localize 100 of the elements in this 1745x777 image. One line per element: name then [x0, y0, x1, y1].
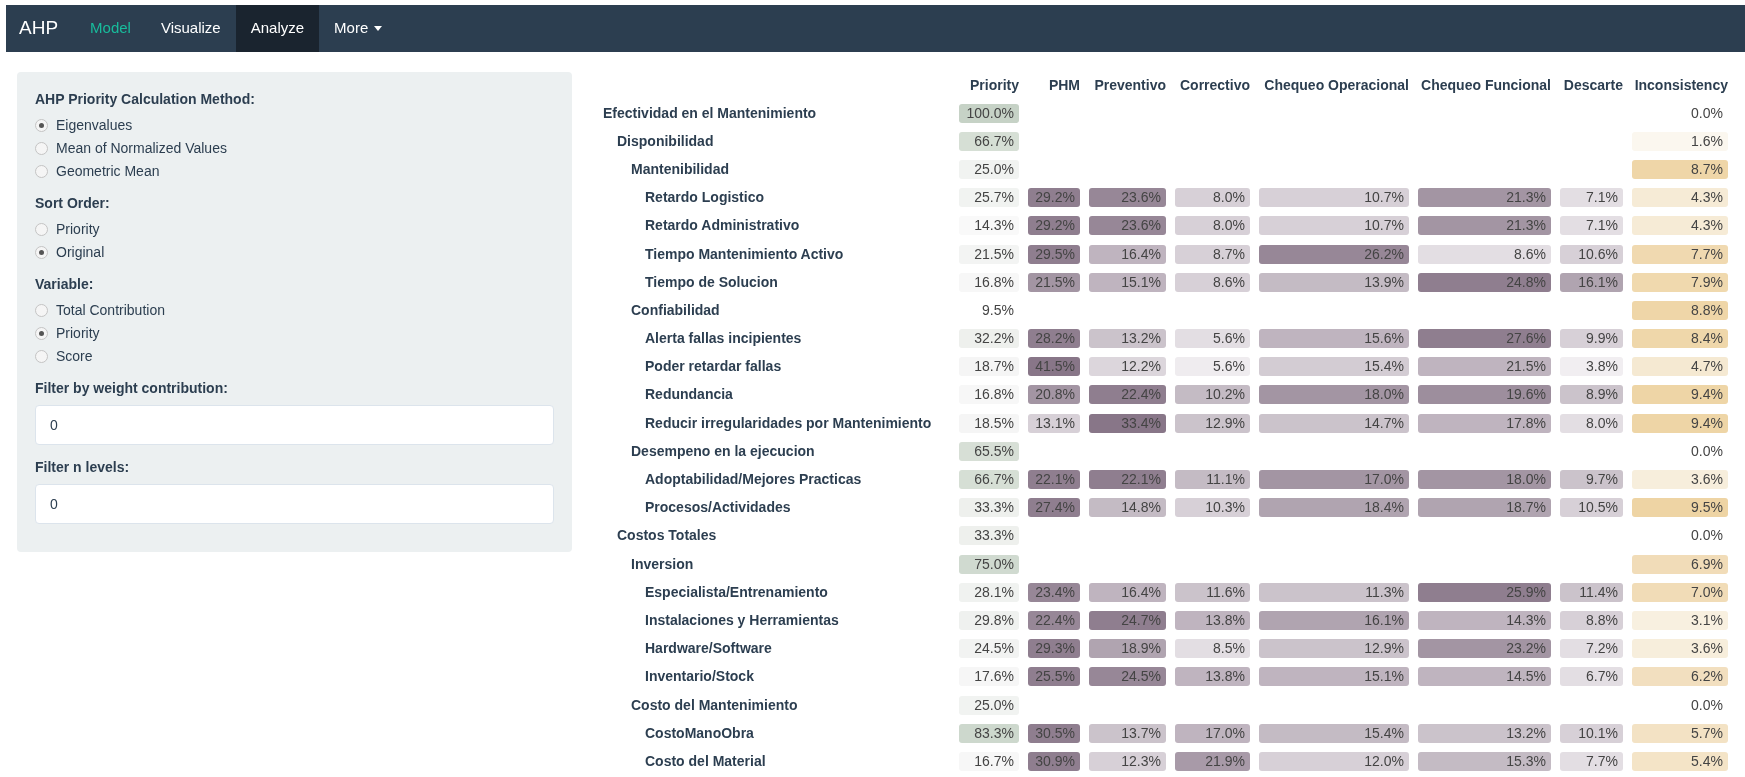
score-cell: 15.3%	[1418, 751, 1551, 771]
row-label: Efectividad en el Mantenimiento	[602, 103, 818, 123]
row-label: Tiempo de Solucion	[644, 272, 779, 292]
score-cell: 15.1%	[1259, 667, 1409, 687]
inconsistency-cell: 8.4%	[1632, 329, 1728, 349]
nav-link[interactable]: Visualize	[145, 5, 236, 52]
score-cell: 24.8%	[1418, 272, 1551, 292]
field-label: AHP Priority Calculation Method:	[35, 90, 256, 109]
column-header: PHM	[1047, 75, 1080, 95]
column-header: Chequeo Funcional	[1420, 75, 1551, 95]
score-cell: 15.4%	[1259, 357, 1409, 377]
row-label: Alerta fallas incipientes	[644, 329, 803, 349]
column-header: Correctivo	[1178, 75, 1250, 95]
number-field[interactable]: 0	[35, 484, 554, 524]
inconsistency-cell: 8.8%	[1632, 300, 1728, 320]
score-cell: 7.7%	[1560, 751, 1623, 771]
brand-title[interactable]: AHP	[6, 14, 72, 43]
row-label: Inventario/Stock	[644, 667, 755, 687]
score-cell: 29.3%	[1028, 639, 1080, 659]
score-cell: 13.2%	[1089, 329, 1166, 349]
row-label: Redundancia	[644, 385, 734, 405]
score-cell: 21.3%	[1418, 216, 1551, 236]
score-cell: 25.9%	[1418, 582, 1551, 602]
radio-option[interactable]: Eigenvalues	[35, 114, 554, 137]
inconsistency-cell: 7.7%	[1632, 244, 1728, 264]
score-cell: 15.1%	[1089, 272, 1166, 292]
score-cell: 17.8%	[1418, 413, 1551, 433]
nav-link[interactable]: Analyze	[235, 5, 320, 52]
score-cell: 8.8%	[1560, 610, 1623, 630]
nav-link[interactable]: Model	[75, 5, 146, 52]
row-label: Costo del Mantenimiento	[630, 695, 799, 715]
score-cell: 10.5%	[1560, 498, 1623, 518]
score-cell: 26.2%	[1259, 244, 1409, 264]
row-label: Hardware/Software	[644, 639, 773, 659]
score-cell: 10.7%	[1259, 216, 1409, 236]
score-cell: 14.3%	[1418, 610, 1551, 630]
priority-cell: 25.7%	[959, 188, 1019, 208]
inconsistency-cell: 6.9%	[1632, 554, 1728, 574]
row-label: Desempeno en la ejecucion	[630, 441, 816, 461]
priority-cell: 32.2%	[959, 329, 1019, 349]
inconsistency-cell: 9.4%	[1632, 385, 1728, 405]
radio-option[interactable]: Geometric Mean	[35, 160, 554, 183]
priority-cell: 66.7%	[959, 131, 1019, 151]
priority-cell: 16.8%	[959, 272, 1019, 292]
priority-cell: 24.5%	[959, 639, 1019, 659]
score-cell: 11.6%	[1175, 582, 1250, 602]
score-cell: 29.5%	[1028, 244, 1080, 264]
inconsistency-cell: 7.9%	[1632, 272, 1728, 292]
score-cell: 22.1%	[1089, 470, 1166, 490]
radio-option[interactable]: Priority	[35, 218, 554, 241]
priority-cell: 25.0%	[959, 159, 1019, 179]
inconsistency-cell: 3.6%	[1632, 639, 1728, 659]
score-cell: 21.3%	[1418, 188, 1551, 208]
number-field[interactable]: 0	[35, 405, 554, 445]
row-label: Especialista/Entrenamiento	[644, 582, 829, 602]
row-label: Poder retardar fallas	[644, 357, 783, 377]
score-cell: 7.1%	[1560, 216, 1623, 236]
nav-dropdown[interactable]: More	[319, 5, 398, 52]
priority-cell: 25.0%	[959, 695, 1019, 715]
field-label: Sort Order:	[35, 194, 111, 213]
score-cell: 14.7%	[1259, 413, 1409, 433]
score-cell: 11.4%	[1560, 582, 1623, 602]
priority-cell: 83.3%	[959, 723, 1019, 743]
radio-option[interactable]: Total Contribution	[35, 299, 554, 322]
score-cell: 15.6%	[1259, 329, 1409, 349]
priority-cell: 33.3%	[959, 498, 1019, 518]
radio-option[interactable]: Priority	[35, 322, 554, 345]
score-cell: 17.0%	[1175, 723, 1250, 743]
row-label: Confiabilidad	[630, 300, 721, 320]
score-cell: 16.1%	[1560, 272, 1623, 292]
score-cell: 18.9%	[1089, 639, 1166, 659]
score-cell: 13.8%	[1175, 667, 1250, 687]
score-cell: 29.2%	[1028, 216, 1080, 236]
score-cell: 21.9%	[1175, 751, 1250, 771]
inconsistency-cell: 7.0%	[1632, 582, 1728, 602]
priority-cell: 18.7%	[959, 357, 1019, 377]
score-cell: 15.4%	[1259, 723, 1409, 743]
score-cell: 12.0%	[1259, 751, 1409, 771]
priority-cell: 16.7%	[959, 751, 1019, 771]
priority-cell: 29.8%	[959, 610, 1019, 630]
column-header: Inconsistency	[1633, 75, 1728, 95]
score-cell: 22.4%	[1028, 610, 1080, 630]
row-label: Costo del Material	[644, 751, 767, 771]
inconsistency-cell: 9.4%	[1632, 413, 1728, 433]
score-cell: 8.9%	[1560, 385, 1623, 405]
caret-icon	[374, 26, 383, 31]
column-header: Priority	[969, 75, 1019, 95]
priority-cell: 16.8%	[959, 385, 1019, 405]
radio-option[interactable]: Original	[35, 241, 554, 264]
score-cell: 10.2%	[1175, 385, 1250, 405]
field-label: Filter n levels:	[35, 458, 131, 477]
score-cell: 30.5%	[1028, 723, 1080, 743]
score-cell: 5.6%	[1175, 329, 1250, 349]
row-label: Procesos/Actividades	[644, 498, 792, 518]
row-label: Tiempo Mantenimiento Activo	[644, 244, 845, 264]
score-cell: 23.6%	[1089, 216, 1166, 236]
radio-option[interactable]: Score	[35, 345, 554, 368]
score-cell: 10.3%	[1175, 498, 1250, 518]
radio-option[interactable]: Mean of Normalized Values	[35, 137, 554, 160]
row-label: Mantenibilidad	[630, 159, 730, 179]
